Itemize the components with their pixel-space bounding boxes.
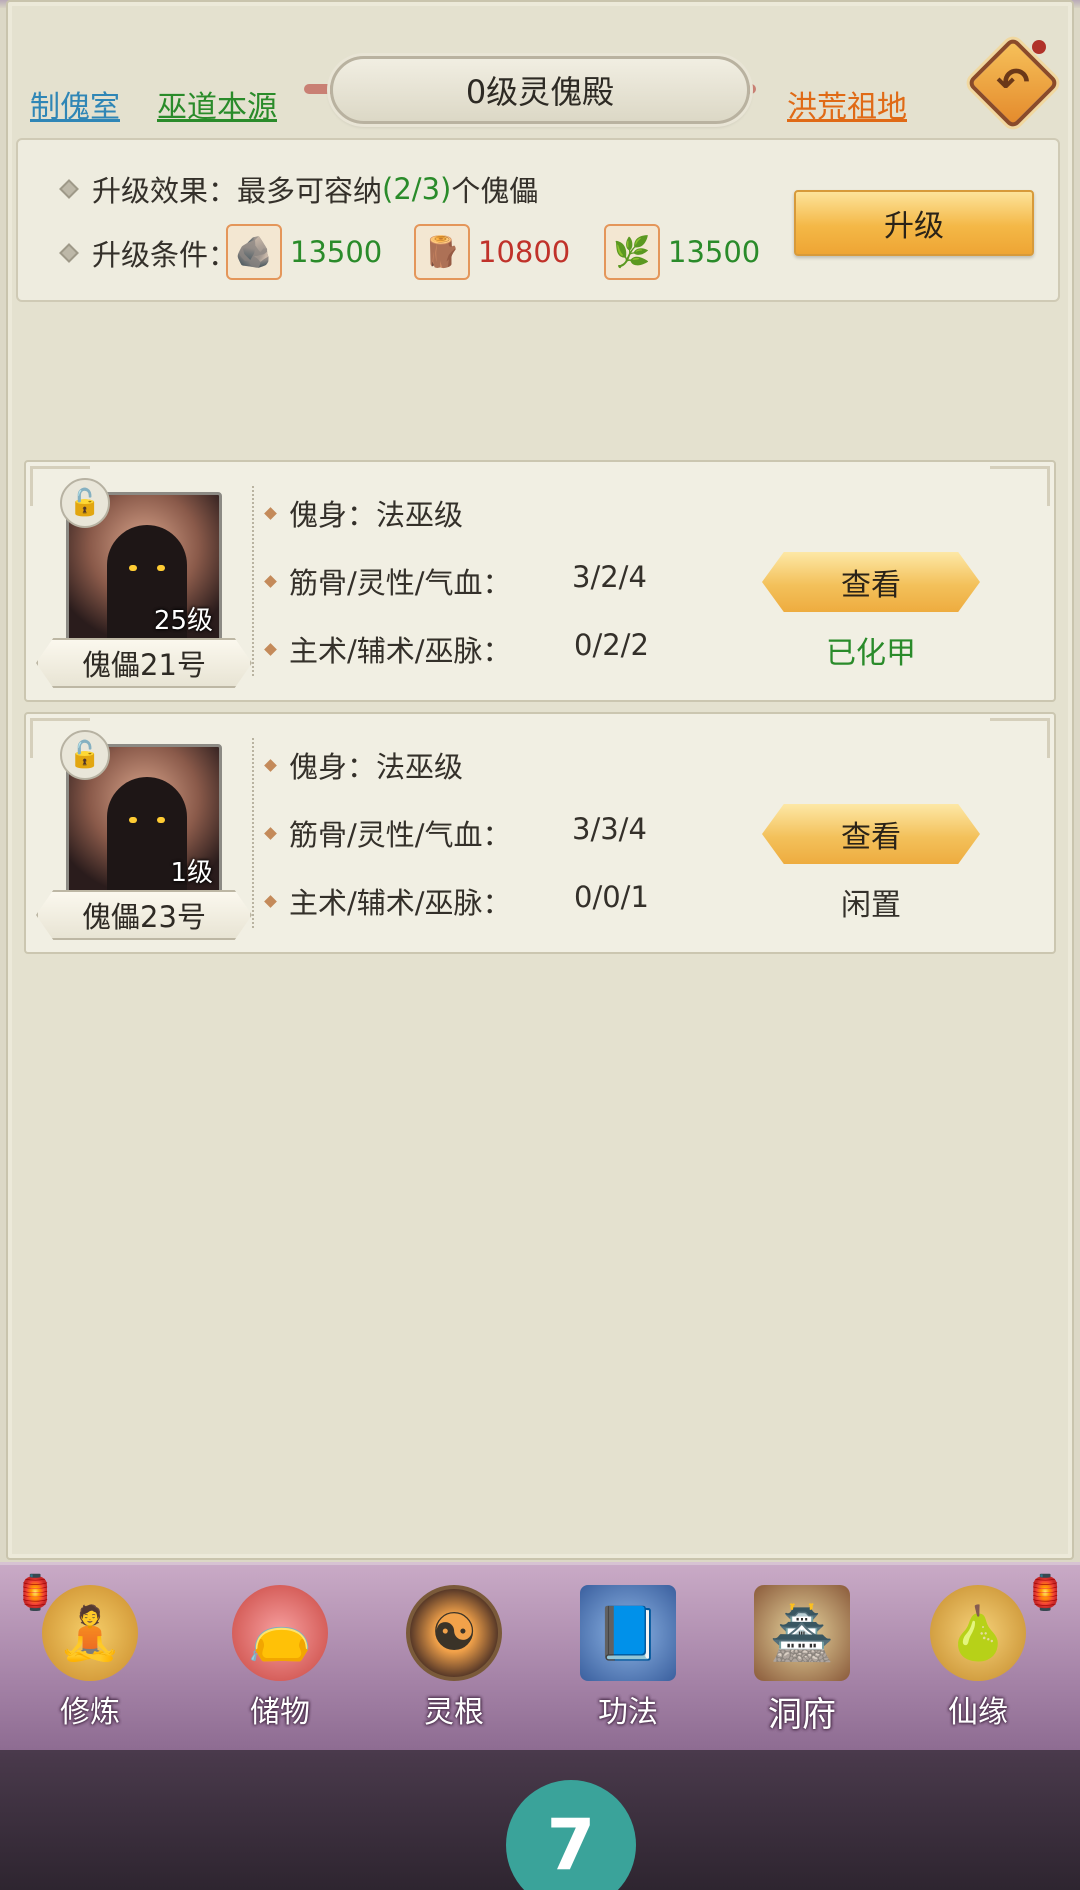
nav-label: 仙缘 [948, 1695, 1008, 1730]
nav-item-fate[interactable]: 🍐 仙缘 [918, 1585, 1038, 1745]
nav-label: 储物 [250, 1695, 310, 1730]
puppet-body-row: 傀身： 法巫级 [264, 492, 464, 534]
resource-ore-value: 13500 [290, 235, 383, 269]
bullet-icon [264, 574, 277, 588]
puppet-skill-row: 主术/辅术/巫脉： [264, 628, 512, 670]
page-title: 0级灵傀殿 [330, 56, 750, 124]
diamond-bullet-icon [59, 243, 79, 263]
bottom-nav: 🏮 🏮 🧘 修炼 👝 储物 ☯ 灵根 📘 功法 🏯 洞府 🍐 仙缘 [0, 1562, 1080, 1750]
upgrade-condition-label: 升级条件： [92, 238, 238, 272]
upgrade-effect-count: (2/3) [382, 172, 452, 206]
puppet-skill-label: 主术/辅术/巫脉： [289, 634, 512, 668]
puppet-attr-row: 筋骨/灵性/气血： [264, 812, 512, 854]
bullet-icon [264, 894, 277, 908]
puppet-skill-value: 0/0/1 [574, 880, 649, 914]
upgrade-condition-row: 升级条件： [59, 232, 238, 274]
spirit-root-icon: ☯ [406, 1585, 502, 1681]
puppet-card: 25级 🔓 傀儡21号 傀身： 法巫级 筋骨/灵性/气血： 3/2/4 主术/辅… [24, 460, 1056, 702]
puppet-level: 1级 [170, 858, 213, 888]
puppet-skill-label: 主术/辅术/巫脉： [289, 886, 512, 920]
meditating-figure-icon: 🧘 [42, 1585, 138, 1681]
puppet-level: 25级 [153, 606, 213, 636]
upgrade-effect-row: 升级效果： 最多可容纳 (2/3) 个傀儡 [59, 168, 539, 210]
resource-herb-value: 13500 [668, 235, 761, 269]
resource-wood: 🪵 10800 [414, 224, 570, 280]
upgrade-effect-label: 升级效果： [92, 174, 238, 208]
scroll-book-icon: 📘 [580, 1585, 676, 1681]
glowing-eyes [129, 817, 165, 823]
puppet-status: 已化甲 [826, 636, 916, 671]
herb-icon[interactable]: 🌿 [604, 224, 660, 280]
bullet-icon [264, 506, 277, 520]
link-ancestral-land[interactable]: 洪荒祖地 [787, 82, 907, 126]
bullet-icon [264, 826, 277, 840]
view-button[interactable]: 查看 [762, 804, 980, 864]
nav-label: 功法 [598, 1695, 658, 1730]
ore-icon[interactable]: 🪨 [226, 224, 282, 280]
bullet-icon [264, 758, 277, 772]
card-divider [252, 738, 254, 928]
puppet-name: 傀儡21号 [36, 638, 252, 688]
upgrade-button[interactable]: 升级 [794, 190, 1034, 256]
cave-house-icon: 🏯 [754, 1585, 850, 1681]
nav-item-cultivate[interactable]: 🧘 修炼 [30, 1585, 150, 1745]
undo-arrow-icon: ↶ [996, 60, 1030, 106]
puppet-skill-value: 0/2/2 [574, 628, 649, 662]
nav-label: 修炼 [60, 1695, 120, 1730]
nav-label: 灵根 [424, 1695, 484, 1730]
gourd-icon: 🍐 [930, 1585, 1026, 1681]
wood-icon[interactable]: 🪵 [414, 224, 470, 280]
puppet-skill-row: 主术/辅术/巫脉： [264, 880, 512, 922]
link-puppet-room[interactable]: 制傀室 [30, 82, 120, 126]
glowing-eyes [129, 565, 165, 571]
diamond-bullet-icon [59, 179, 79, 199]
back-button-tag [1032, 40, 1046, 54]
nav-item-storage[interactable]: 👝 储物 [220, 1585, 340, 1745]
puppet-attr-label: 筋骨/灵性/气血： [289, 818, 512, 852]
resource-ore: 🪨 13500 [226, 224, 382, 280]
puppet-attr-label: 筋骨/灵性/气血： [289, 566, 512, 600]
puppet-body-value: 法巫级 [376, 498, 464, 532]
unlock-icon[interactable]: 🔓 [60, 730, 110, 780]
view-button[interactable]: 查看 [762, 552, 980, 612]
nav-label: 洞府 [768, 1695, 836, 1735]
link-wu-origin[interactable]: 巫道本源 [157, 82, 277, 126]
nav-item-cave-house[interactable]: 🏯 洞府 [742, 1585, 862, 1745]
upgrade-box: 升级效果： 最多可容纳 (2/3) 个傀儡 升级条件： 🪨 13500 🪵 10… [16, 138, 1060, 302]
puppet-body-row: 傀身： 法巫级 [264, 744, 464, 786]
bullet-icon [264, 642, 277, 656]
nav-item-technique[interactable]: 📘 功法 [568, 1585, 688, 1745]
treasure-bag-icon: 👝 [232, 1585, 328, 1681]
puppet-body-label: 傀身： [289, 750, 377, 784]
card-corner-ornament [990, 718, 1050, 758]
puppet-attr-value: 3/3/4 [572, 812, 647, 846]
card-divider [252, 486, 254, 676]
puppet-attr-row: 筋骨/灵性/气血： [264, 560, 512, 602]
puppet-status: 闲置 [841, 888, 901, 923]
nav-item-spirit-root[interactable]: ☯ 灵根 [394, 1585, 514, 1745]
puppet-body-label: 傀身： [289, 498, 377, 532]
puppet-card: 1级 🔓 傀儡23号 傀身： 法巫级 筋骨/灵性/气血： 3/3/4 主术/辅术… [24, 712, 1056, 954]
puppet-name: 傀儡23号 [36, 890, 252, 940]
upgrade-effect-prefix: 最多可容纳 [237, 174, 383, 208]
puppet-attr-value: 3/2/4 [572, 560, 647, 594]
resource-wood-value: 10800 [478, 235, 571, 269]
card-corner-ornament [990, 466, 1050, 506]
resource-herb: 🌿 13500 [604, 224, 760, 280]
unlock-icon[interactable]: 🔓 [60, 478, 110, 528]
upgrade-effect-suffix: 个傀儡 [451, 174, 539, 208]
puppet-body-value: 法巫级 [376, 750, 464, 784]
